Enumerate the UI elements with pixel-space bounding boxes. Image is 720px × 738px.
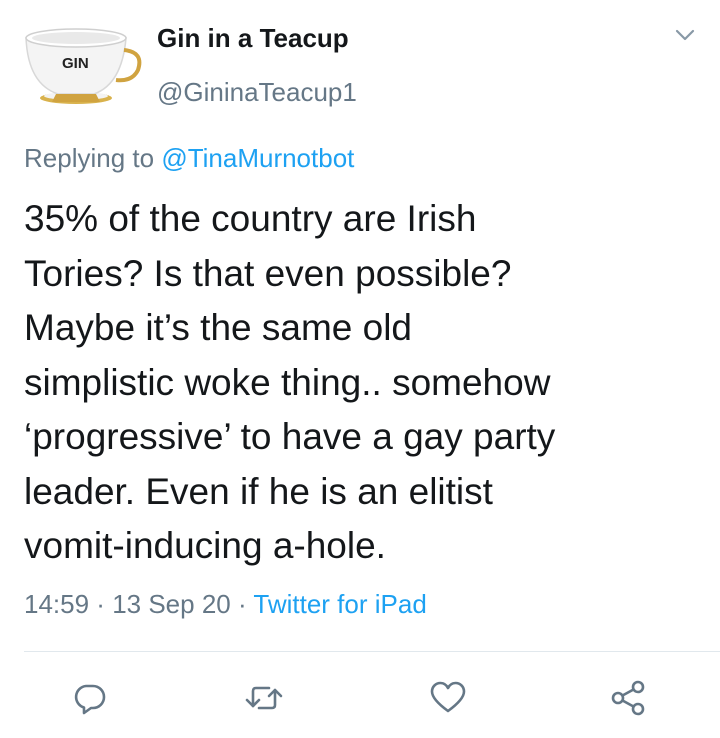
avatar[interactable]: GIN [18, 14, 148, 114]
share-icon [611, 680, 645, 716]
tweet-source-link[interactable]: Twitter for iPad [253, 589, 426, 619]
reply-icon [74, 684, 106, 715]
tweet-text: 35% of the country are Irish Tories? Is … [24, 198, 556, 566]
user-handle[interactable]: @GininaTeacup1 [157, 76, 357, 108]
reply-button[interactable] [68, 678, 112, 718]
tweet-time[interactable]: 14:59 [24, 589, 89, 619]
tweet-date[interactable]: 13 Sep 20 [112, 589, 231, 619]
meta-separator: · [89, 589, 113, 619]
replying-to-line: Replying to @TinaMurnotbot [24, 140, 354, 176]
tweet-meta: 14:59 · 13 Sep 20 · Twitter for iPad [24, 586, 427, 622]
more-options-button[interactable] [672, 22, 698, 48]
author-block[interactable]: Gin in a Teacup @GininaTeacup1 [157, 22, 357, 108]
divider [24, 651, 720, 652]
avatar-label: GIN [62, 55, 89, 72]
share-button[interactable] [606, 678, 650, 718]
chevron-down-icon [675, 29, 695, 41]
retweet-button[interactable] [242, 678, 286, 718]
display-name[interactable]: Gin in a Teacup [157, 22, 357, 54]
replying-to-label: Replying to [24, 143, 162, 173]
retweet-icon [245, 686, 283, 710]
heart-icon [430, 681, 466, 713]
meta-separator: · [230, 589, 254, 619]
teacup-avatar-image: GIN [25, 28, 142, 104]
reply-mention-link[interactable]: @TinaMurnotbot [161, 143, 354, 173]
like-button[interactable] [426, 678, 470, 718]
